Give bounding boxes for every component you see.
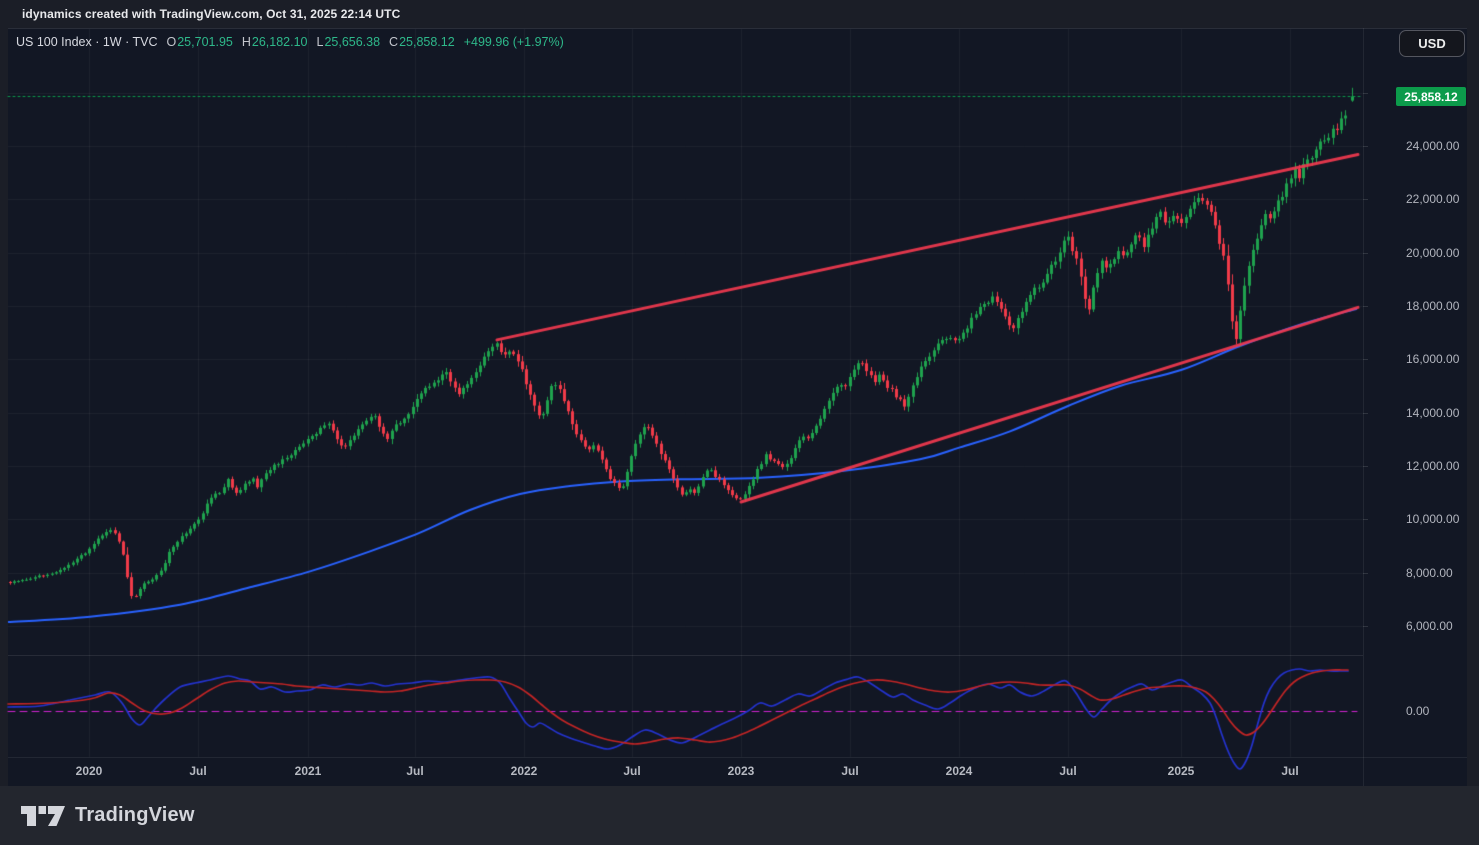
price-tick-label: 22,000.00	[1406, 192, 1460, 207]
price-tick-mark	[1363, 146, 1368, 147]
price-tick-mark	[1363, 412, 1368, 414]
ohlc-label: H	[241, 35, 251, 49]
time-tick-label: 2023	[727, 764, 755, 778]
pane-separator[interactable]	[8, 655, 1363, 656]
footer-bar: TradingView	[0, 786, 1479, 845]
ohlc-value: 25,701.95	[177, 35, 233, 49]
price-tick-mark	[1363, 306, 1368, 307]
change-value: +499.96 (+1.97%)	[463, 35, 564, 49]
currency-toggle-button[interactable]: USD	[1399, 30, 1465, 57]
ohlc-item: L 25,656.38	[316, 35, 380, 49]
oscillator-zero-label: 0.00	[1406, 704, 1430, 718]
price-tick-label: 24,000.00	[1406, 139, 1460, 153]
ohlc-value: 25,656.38	[324, 35, 381, 49]
time-tick-label: Jul	[1059, 764, 1077, 778]
time-tick-label: 2021	[294, 764, 322, 778]
ohlc-item: H 26,182.10	[242, 35, 308, 49]
price-tick-mark	[1363, 626, 1368, 627]
price-tick-mark	[1363, 252, 1368, 254]
price-tick-label: 10,000.00	[1406, 512, 1460, 527]
price-tick-label: 20,000.00	[1406, 245, 1460, 260]
time-tick-label: Jul	[406, 764, 424, 778]
price-tick-mark	[1363, 92, 1368, 94]
ohlc-label: C	[389, 35, 399, 49]
time-tick-label: Jul	[189, 764, 207, 778]
price-tick-label: 6,000.00	[1406, 619, 1453, 633]
price-tick-mark	[1363, 359, 1368, 361]
price-axis-border	[1363, 28, 1364, 786]
ohlc-label: O	[166, 35, 177, 49]
tradingview-brand-text[interactable]: TradingView	[75, 804, 195, 827]
time-axis-border	[8, 757, 1467, 758]
price-tick-mark	[1363, 572, 1368, 574]
ohlc-label: L	[316, 35, 324, 49]
price-tick-label: 12,000.00	[1406, 459, 1460, 473]
time-tick-label: 2025	[1167, 764, 1195, 778]
price-tick-label: 8,000.00	[1406, 565, 1453, 580]
ohlc-values: O 25,701.95 H 26,182.10 L 25,656.38 C 25,858.12	[167, 35, 455, 49]
time-tick-label: 2024	[945, 764, 973, 778]
time-tick-label: 2020	[75, 764, 103, 778]
price-tick-mark	[1363, 519, 1368, 521]
price-tick-label: 14,000.00	[1406, 405, 1460, 420]
ohlc-item: O 25,701.95	[167, 35, 233, 49]
price-tick-mark	[1363, 199, 1368, 201]
time-tick-label: Jul	[623, 764, 641, 778]
price-chart-canvas[interactable]	[0, 0, 1479, 845]
time-tick-label: Jul	[841, 764, 859, 778]
symbol-legend[interactable]: US 100 Index · 1W · TVC O 25,701.95 H 26,18…	[16, 35, 564, 49]
tradingview-logo-icon[interactable]	[20, 801, 66, 831]
time-tick-label: 2022	[510, 764, 538, 778]
ohlc-item: C 25,858.12	[389, 35, 455, 49]
ohlc-value: 25,858.12	[399, 35, 455, 49]
time-tick-label: Jul	[1281, 764, 1299, 778]
symbol-title[interactable]: US 100 Index · 1W · TVC	[16, 35, 158, 49]
tradingview-chart-page: idynamics created with TradingView.com, …	[0, 0, 1479, 845]
ohlc-value: 26,182.10	[251, 35, 308, 49]
price-tick-label: 18,000.00	[1406, 299, 1460, 313]
price-tick-label: 16,000.00	[1406, 352, 1460, 367]
price-tick-mark	[1363, 466, 1368, 467]
watermark-text: idynamics created with TradingView.com, …	[22, 7, 401, 21]
current-price-badge: 25,858.12	[1396, 87, 1466, 106]
